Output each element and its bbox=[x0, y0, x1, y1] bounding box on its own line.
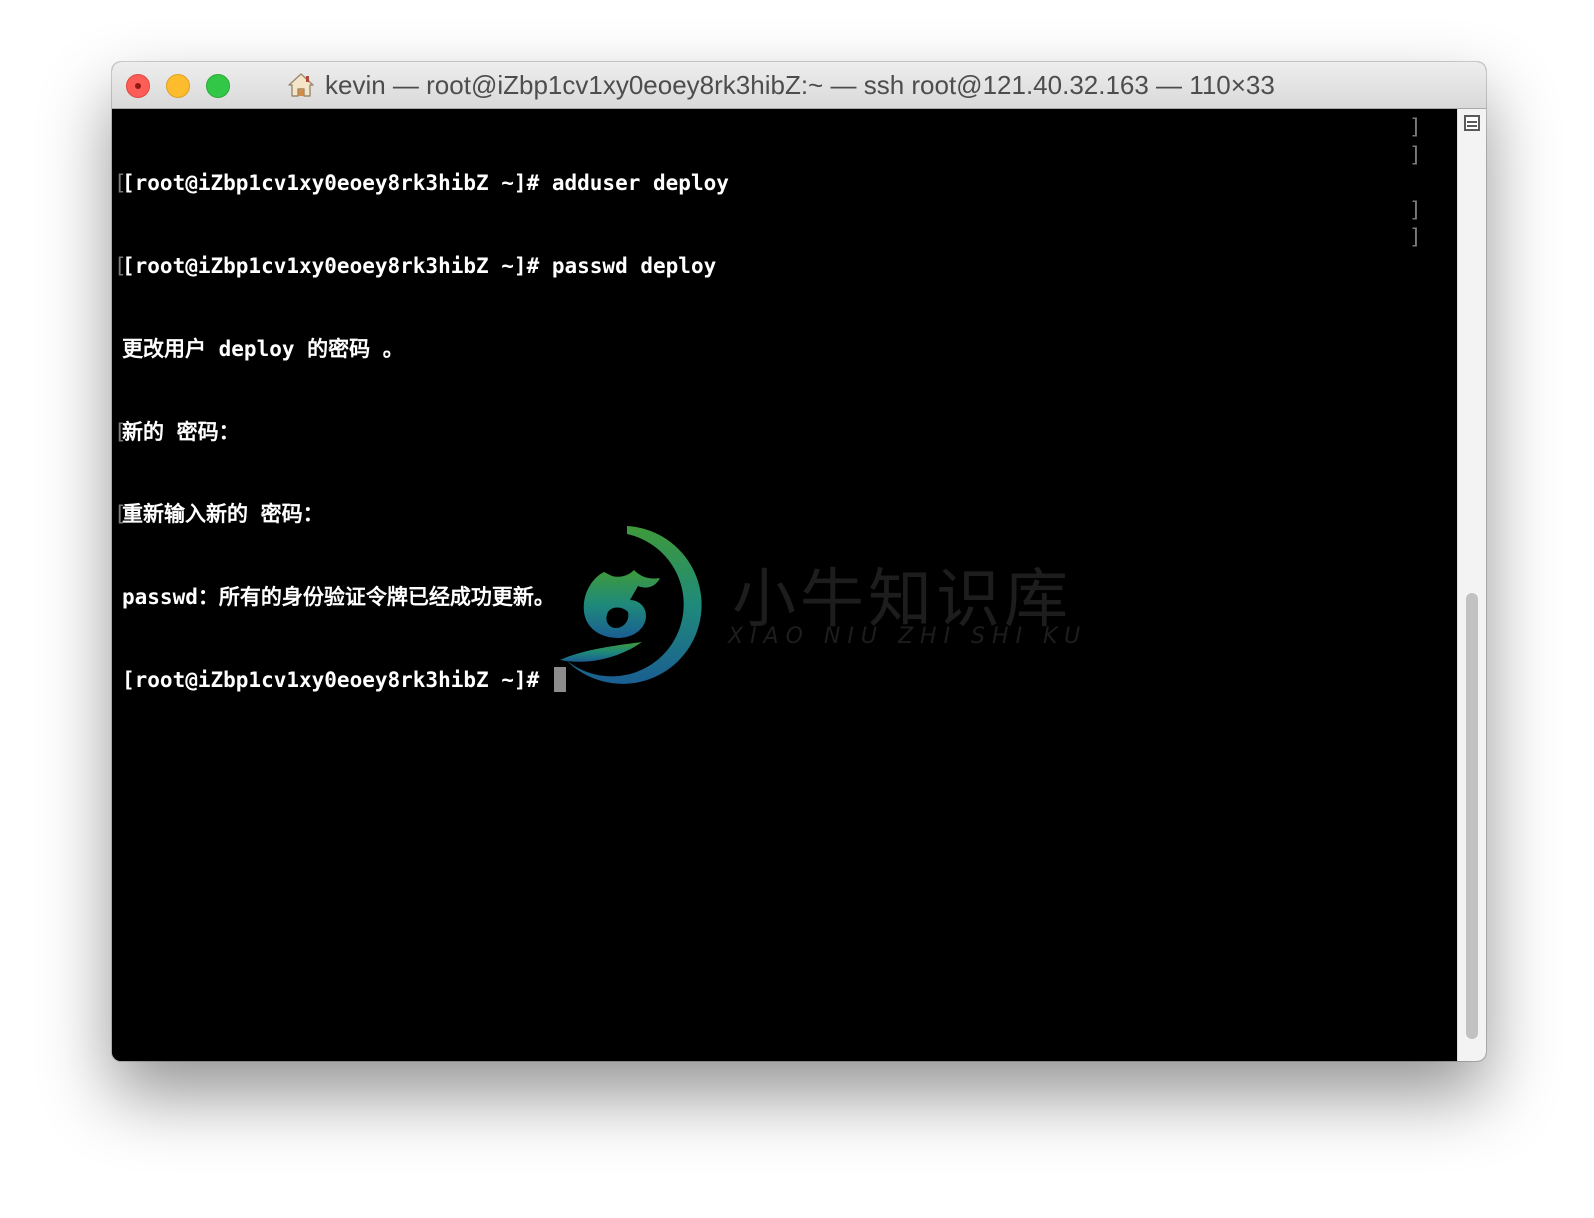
watermark: 小牛知识库 XIAO NIU ZHI SHI KU bbox=[542, 520, 1080, 710]
scrollbar-thumb[interactable] bbox=[1466, 593, 1478, 1039]
mark-bracket: [ bbox=[114, 419, 127, 444]
terminal-line-text: [root@iZbp1cv1xy0eoey8rk3hibZ ~]# adduse… bbox=[122, 171, 729, 196]
watermark-name-en: XIAO NIU ZHI SHI KU bbox=[728, 624, 1088, 649]
close-button[interactable] bbox=[126, 74, 150, 98]
home-icon bbox=[288, 73, 314, 97]
terminal-line-text: passwd：所有的身份验证令牌已经成功更新。 bbox=[122, 585, 555, 610]
mark-bracket-right: ] bbox=[1409, 143, 1422, 167]
mark-bracket: [ bbox=[114, 171, 127, 196]
terminal-line: [[root@iZbp1cv1xy0eoey8rk3hibZ ~]# passw… bbox=[114, 253, 729, 281]
terminal-line-text: [root@iZbp1cv1xy0eoey8rk3hibZ ~]# passwd… bbox=[122, 253, 717, 278]
title-bar[interactable]: kevin — root@iZbp1cv1xy0eoey8rk3hibZ:~ —… bbox=[112, 62, 1486, 109]
terminal-line-text: 新的 密码： bbox=[122, 419, 240, 444]
split-pane-icon[interactable] bbox=[1464, 115, 1480, 131]
window-title: kevin — root@iZbp1cv1xy0eoey8rk3hibZ:~ —… bbox=[325, 69, 1275, 100]
terminal-content[interactable]: [[root@iZbp1cv1xy0eoey8rk3hibZ ~]# addus… bbox=[112, 109, 1458, 1061]
mark-bracket-right: ] bbox=[1409, 115, 1422, 139]
zoom-button[interactable] bbox=[206, 74, 230, 98]
mark-bracket-right: ] bbox=[1409, 225, 1422, 249]
terminal-line-text: 重新输入新的 密码： bbox=[122, 502, 324, 527]
terminal-line: [新的 密码： bbox=[114, 419, 729, 447]
terminal-line: [[root@iZbp1cv1xy0eoey8rk3hibZ ~]# addus… bbox=[114, 170, 729, 198]
terminal-line-text: [root@iZbp1cv1xy0eoey8rk3hibZ ~]# bbox=[122, 667, 552, 692]
terminal-window: kevin — root@iZbp1cv1xy0eoey8rk3hibZ:~ —… bbox=[112, 62, 1486, 1061]
bull-logo-icon bbox=[560, 526, 702, 684]
mark-bracket-right: ] bbox=[1409, 198, 1422, 222]
scrollbar[interactable] bbox=[1457, 109, 1486, 1061]
minimize-button[interactable] bbox=[166, 74, 190, 98]
window-title-group: kevin — root@iZbp1cv1xy0eoey8rk3hibZ:~ —… bbox=[287, 62, 1275, 108]
mark-bracket: [ bbox=[114, 253, 127, 278]
mark-bracket: [ bbox=[114, 502, 127, 527]
terminal-line: 更改用户 deploy 的密码 。 bbox=[122, 336, 729, 364]
terminal-line-text: 更改用户 deploy 的密码 。 bbox=[122, 336, 404, 361]
